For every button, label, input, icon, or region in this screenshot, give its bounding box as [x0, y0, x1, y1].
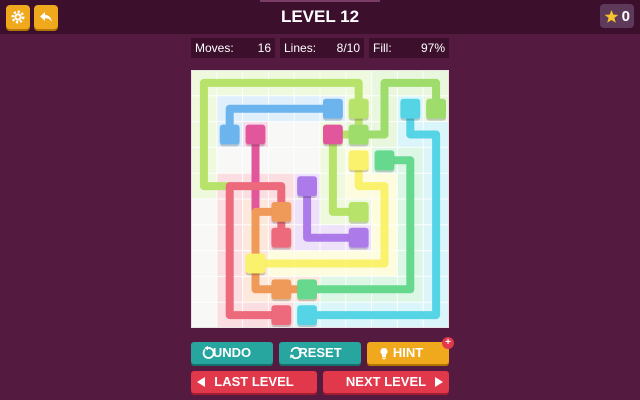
next-level-label: NEXT LEVEL [345, 374, 427, 389]
fill-value: 97% [420, 41, 445, 55]
level-title: LEVEL 12 [280, 7, 360, 26]
endpoint-lightgreen [426, 98, 446, 119]
endpoint-lime [348, 98, 369, 119]
last-level-button[interactable]: LAST LEVEL [191, 371, 317, 393]
moves-value: 16 [257, 41, 271, 55]
moves-stat: Moves: 16 [191, 38, 275, 58]
moves-label: Moves: [195, 41, 234, 55]
star-icon [604, 9, 619, 23]
fill-stat: Fill: 97% [369, 38, 449, 58]
endpoint-red [271, 227, 292, 248]
endpoint-red [271, 305, 292, 325]
endpoint-green [374, 150, 395, 171]
endpoint-blue [219, 124, 240, 145]
reset-button[interactable]: RESET [279, 342, 361, 364]
game-board[interactable] [191, 70, 449, 328]
endpoint-purple [348, 227, 369, 248]
endpoint-orange [271, 279, 292, 300]
undo-label: UNDO [212, 345, 252, 360]
endpoint-lime [348, 202, 369, 222]
endpoint-yellow [348, 150, 369, 171]
endpoint-green [297, 279, 317, 300]
arrow-right-icon [435, 377, 443, 387]
fill-label: Fill: [373, 41, 392, 55]
lines-stat: Lines: 8/10 [280, 38, 364, 58]
endpoint-orange [271, 202, 292, 222]
reset-label: RESET [298, 345, 342, 360]
hint-button[interactable]: HINT + [367, 337, 454, 364]
endpoint-yellow [245, 253, 266, 274]
endpoint-pink [323, 124, 343, 145]
last-level-label: LAST LEVEL [214, 374, 294, 389]
lines-label: Lines: [284, 41, 317, 55]
endpoint-lightgreen [348, 124, 369, 145]
undo-button[interactable]: UNDO [191, 342, 273, 364]
stats-bar: Moves: 16 Lines: 8/10 Fill: 97% [191, 38, 449, 58]
endpoint-cyan [297, 305, 317, 325]
hint-label: HINT [392, 345, 424, 360]
endpoint-blue [323, 98, 343, 119]
endpoint-pink [245, 124, 266, 145]
next-level-button[interactable]: NEXT LEVEL [323, 371, 449, 393]
endpoint-purple [297, 176, 317, 196]
lines-value: 8/10 [336, 41, 360, 55]
endpoint-cyan [400, 98, 421, 119]
star-counter: 0 [600, 4, 634, 28]
hint-plus-badge[interactable]: + [442, 337, 454, 349]
star-count: 0 [621, 7, 630, 25]
